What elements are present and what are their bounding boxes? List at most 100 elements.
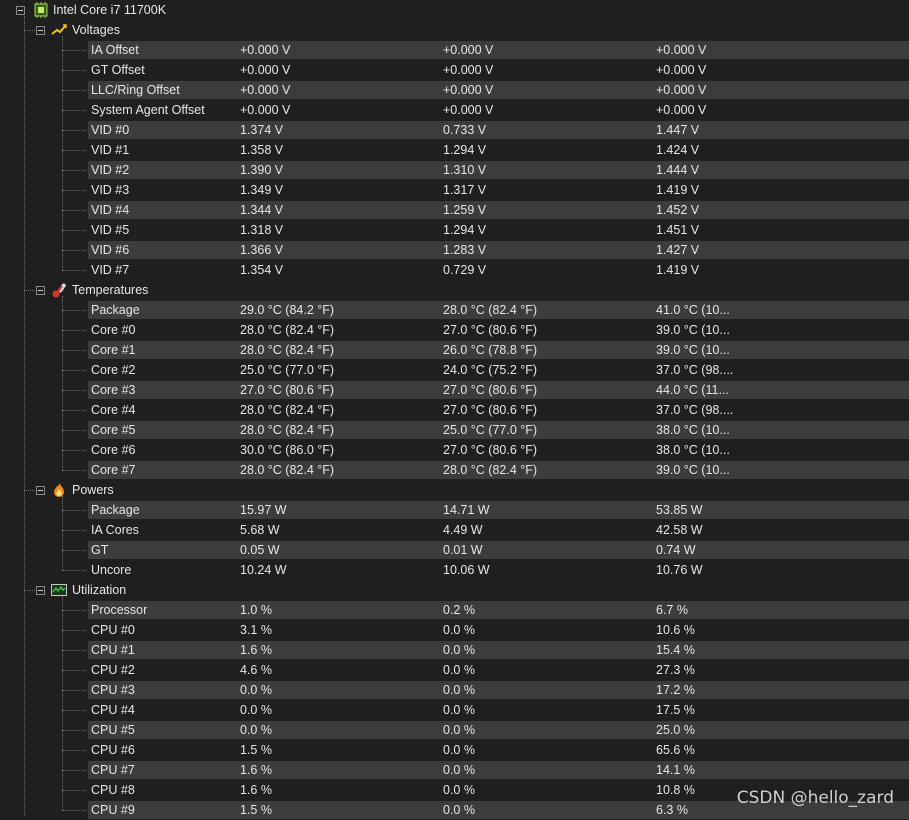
max-value: 1.419 V <box>656 183 700 197</box>
utilization-graph-icon <box>51 584 67 596</box>
sensor-row[interactable]: GT 0.05 W 0.01 W 0.74 W <box>0 540 909 560</box>
tree-connector <box>62 370 86 372</box>
sensor-row[interactable]: Core #5 28.0 °C (82.4 °F) 25.0 °C (77.0 °F… <box>0 420 909 440</box>
min-value: 0.0 % <box>443 723 475 737</box>
tree-connector <box>62 630 86 632</box>
current-value: 1.344 V <box>240 203 284 217</box>
sensor-row[interactable]: Core #4 28.0 °C (82.4 °F) 27.0 °C (80.6 °F… <box>0 400 909 420</box>
section-temperatures[interactable]: Temperatures <box>0 280 909 300</box>
sensor-row[interactable]: System Agent Offset +0.000 V +0.000 V +0.00… <box>0 100 909 120</box>
sensor-row[interactable]: VID #5 1.318 V 1.294 V 1.451 V <box>0 220 909 240</box>
max-value: 6.7 % <box>656 603 688 617</box>
sensor-row[interactable]: Core #2 25.0 °C (77.0 °F) 24.0 °C (75.2 °F… <box>0 360 909 380</box>
sensor-name: VID #5 <box>91 223 130 237</box>
sensor-name: CPU #5 <box>91 723 135 737</box>
sensor-row[interactable]: VID #7 1.354 V 0.729 V 1.419 V <box>0 260 909 280</box>
sensor-row[interactable]: CPU #0 3.1 % 0.0 % 10.6 % <box>0 620 909 640</box>
sensor-values: CPU #0 3.1 % 0.0 % 10.6 % <box>88 621 909 639</box>
sensor-row[interactable]: Core #3 27.0 °C (80.6 °F) 27.0 °C (80.6 °F… <box>0 380 909 400</box>
section-utilization[interactable]: Utilization <box>0 580 909 600</box>
max-value: 10.76 W <box>656 563 703 577</box>
current-value: +0.000 V <box>240 83 291 97</box>
sensor-row[interactable]: IA Cores 5.68 W 4.49 W 42.58 W <box>0 520 909 540</box>
sensor-row[interactable]: VID #0 1.374 V 0.733 V 1.447 V <box>0 120 909 140</box>
section-label: Utilization <box>72 583 127 597</box>
max-value: 44.0 °C (11... <box>656 383 729 397</box>
current-value: 1.349 V <box>240 183 284 197</box>
collapse-toggle-icon[interactable] <box>36 286 45 295</box>
sensor-row[interactable]: Core #0 28.0 °C (82.4 °F) 27.0 °C (80.6 °F… <box>0 320 909 340</box>
sensor-row[interactable]: Package 29.0 °C (84.2 °F) 28.0 °C (82.4 °F… <box>0 300 909 320</box>
cpu-chip-icon <box>34 2 48 18</box>
tree-connector <box>62 330 86 332</box>
max-value: 15.4 % <box>656 643 695 657</box>
sensor-row[interactable]: GT Offset +0.000 V +0.000 V +0.000 V <box>0 60 909 80</box>
sensor-name: VID #7 <box>91 263 130 277</box>
collapse-toggle-icon[interactable] <box>16 6 25 15</box>
sensor-values: VID #2 1.390 V 1.310 V 1.444 V <box>88 161 909 179</box>
sensor-row[interactable]: CPU #2 4.6 % 0.0 % 27.3 % <box>0 660 909 680</box>
section-voltages[interactable]: Voltages <box>0 20 909 40</box>
max-value: 14.1 % <box>656 763 695 777</box>
sensor-row[interactable]: CPU #6 1.5 % 0.0 % 65.6 % <box>0 740 909 760</box>
tree-connector <box>62 190 86 192</box>
tree-connector <box>62 250 86 252</box>
sensor-name: IA Offset <box>91 43 139 57</box>
sensor-values: CPU #3 0.0 % 0.0 % 17.2 % <box>88 681 909 699</box>
sensor-row[interactable]: CPU #3 0.0 % 0.0 % 17.2 % <box>0 680 909 700</box>
current-value: 28.0 °C (82.4 °F) <box>240 463 335 477</box>
collapse-toggle-icon[interactable] <box>36 586 45 595</box>
min-value: +0.000 V <box>443 43 494 57</box>
section-label: Powers <box>72 483 114 497</box>
collapse-toggle-icon[interactable] <box>36 26 45 35</box>
tree-connector <box>62 610 86 612</box>
root-node[interactable]: Intel Core i7 11700K <box>0 0 909 20</box>
current-value: 27.0 °C (80.6 °F) <box>240 383 335 397</box>
max-value: 38.0 °C (10... <box>656 443 730 457</box>
sensor-row[interactable]: Uncore 10.24 W 10.06 W 10.76 W <box>0 560 909 580</box>
min-value: 0.0 % <box>443 703 475 717</box>
sensor-row[interactable]: VID #3 1.349 V 1.317 V 1.419 V <box>0 180 909 200</box>
sensor-row[interactable]: VID #6 1.366 V 1.283 V 1.427 V <box>0 240 909 260</box>
sensor-name: Core #1 <box>91 343 136 357</box>
sensor-row[interactable]: Core #6 30.0 °C (86.0 °F) 27.0 °C (80.6 °F… <box>0 440 909 460</box>
current-value: 25.0 °C (77.0 °F) <box>240 363 335 377</box>
max-value: 1.427 V <box>656 243 700 257</box>
tree-connector <box>62 710 86 712</box>
max-value: 39.0 °C (10... <box>656 343 730 357</box>
min-value: 0.0 % <box>443 743 475 757</box>
sensor-row[interactable]: CPU #7 1.6 % 0.0 % 14.1 % <box>0 760 909 780</box>
sensor-values: CPU #1 1.6 % 0.0 % 15.4 % <box>88 641 909 659</box>
min-value: 14.71 W <box>443 503 490 517</box>
min-value: 0.0 % <box>443 763 475 777</box>
min-value: 1.294 V <box>443 143 487 157</box>
min-value: +0.000 V <box>443 103 494 117</box>
sensor-row[interactable]: Core #1 28.0 °C (82.4 °F) 26.0 °C (78.8 °F… <box>0 340 909 360</box>
sensor-row[interactable]: VID #1 1.358 V 1.294 V 1.424 V <box>0 140 909 160</box>
tree-connector <box>62 650 86 652</box>
sensor-row[interactable]: CPU #5 0.0 % 0.0 % 25.0 % <box>0 720 909 740</box>
sensor-row[interactable]: Processor 1.0 % 0.2 % 6.7 % <box>0 600 909 620</box>
collapse-toggle-icon[interactable] <box>36 486 45 495</box>
tree-connector <box>62 770 86 772</box>
sensor-row[interactable]: CPU #1 1.6 % 0.0 % 15.4 % <box>0 640 909 660</box>
current-value: 0.0 % <box>240 683 272 697</box>
sensor-row[interactable]: LLC/Ring Offset +0.000 V +0.000 V +0.000 V <box>0 80 909 100</box>
sensor-row[interactable]: CPU #4 0.0 % 0.0 % 17.5 % <box>0 700 909 720</box>
sensor-values: Core #7 28.0 °C (82.4 °F) 28.0 °C (82.4 °F… <box>88 461 909 479</box>
min-value: 27.0 °C (80.6 °F) <box>443 383 538 397</box>
sensor-row[interactable]: Core #7 28.0 °C (82.4 °F) 28.0 °C (82.4 °F… <box>0 460 909 480</box>
sensor-row[interactable]: Package 15.97 W 14.71 W 53.85 W <box>0 500 909 520</box>
min-value: 26.0 °C (78.8 °F) <box>443 343 538 357</box>
min-value: 0.0 % <box>443 663 475 677</box>
sensor-name: VID #4 <box>91 203 130 217</box>
current-value: 10.24 W <box>240 563 287 577</box>
tree-connector <box>62 430 86 432</box>
min-value: 0.733 V <box>443 123 487 137</box>
min-value: 0.2 % <box>443 603 475 617</box>
sensor-row[interactable]: VID #4 1.344 V 1.259 V 1.452 V <box>0 200 909 220</box>
sensor-row[interactable]: IA Offset +0.000 V +0.000 V +0.000 V <box>0 40 909 60</box>
max-value: 42.58 W <box>656 523 703 537</box>
sensor-row[interactable]: VID #2 1.390 V 1.310 V 1.444 V <box>0 160 909 180</box>
section-powers[interactable]: Powers <box>0 480 909 500</box>
